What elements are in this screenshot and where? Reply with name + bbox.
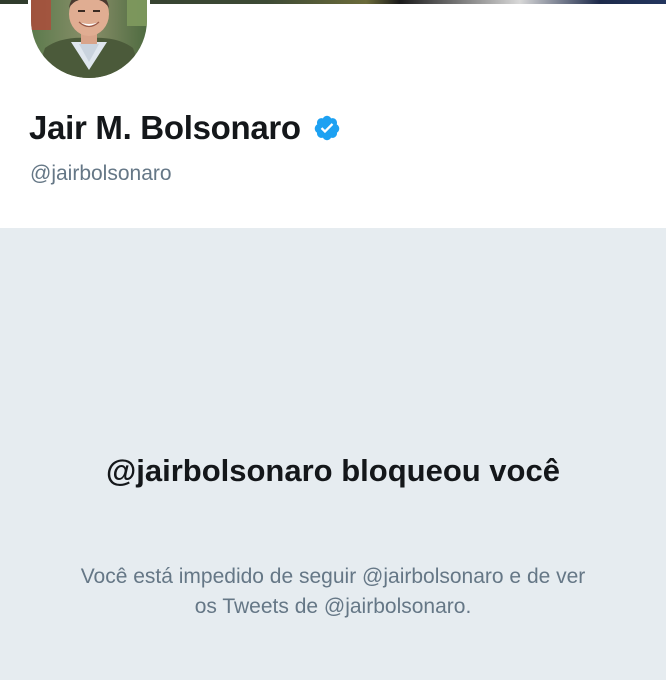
blocked-message-panel: @jairbolsonaro bloqueou você Você está i… <box>0 228 666 680</box>
profile-handle: @jairbolsonaro <box>30 162 172 185</box>
verified-badge-icon <box>313 114 341 142</box>
blocked-description: Você está impedido de seguir @jairbolson… <box>80 565 586 618</box>
blocked-title: @jairbolsonaro bloqueou você <box>106 453 560 488</box>
avatar-photo <box>31 0 147 78</box>
display-name: Jair M. Bolsonaro <box>29 109 301 146</box>
profile-header: Jair M. Bolsonaro @jairbolsonaro <box>0 0 666 228</box>
avatar[interactable] <box>28 0 150 86</box>
display-name-row: Jair M. Bolsonaro <box>29 108 341 148</box>
